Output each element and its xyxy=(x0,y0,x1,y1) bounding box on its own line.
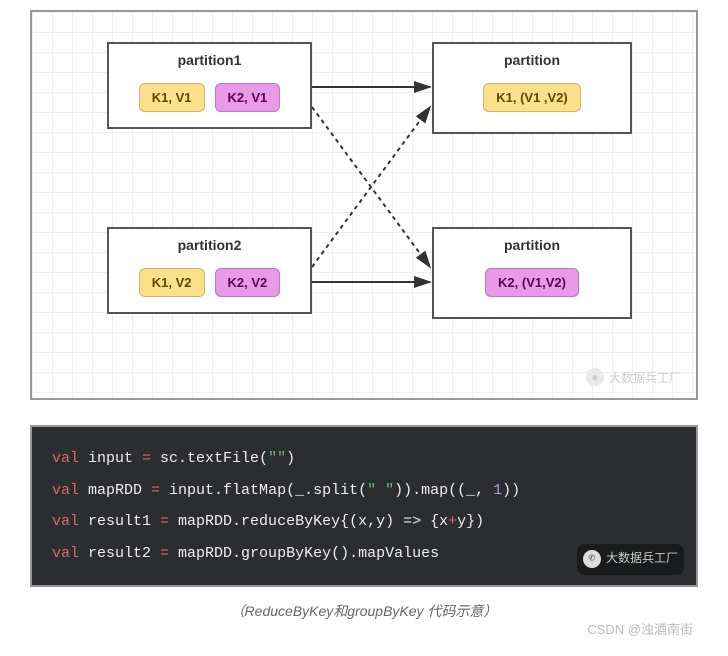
figure-caption: （ReduceByKey和groupByKey 代码示意） xyxy=(30,601,698,621)
code-line: val mapRDD = input.flatMap(_.split(" "))… xyxy=(52,475,676,507)
csdn-watermark: CSDN @浊酒南街 xyxy=(587,619,693,638)
code-token: + xyxy=(448,513,457,530)
partition2-title: partition2 xyxy=(119,237,300,253)
code-line: val result1 = mapRDD.reduceByKey{(x,y) =… xyxy=(52,506,676,538)
kv-pill: K2, (V1,V2) xyxy=(485,268,579,297)
code-token: mapRDD xyxy=(88,482,151,499)
partition1-box: partition1 K1, V1 K2, V1 xyxy=(107,42,312,129)
wechat-icon: ● xyxy=(586,368,604,386)
partition1-title: partition1 xyxy=(119,52,300,68)
code-line: val input = sc.textFile("") xyxy=(52,443,676,475)
arrow-p1-r2 xyxy=(312,107,430,267)
code-token: " " xyxy=(367,482,394,499)
partition2-box: partition2 K1, V2 K2, V2 xyxy=(107,227,312,314)
code-token: result2 xyxy=(88,545,160,562)
code-token: "" xyxy=(268,450,286,467)
code-token: 1 xyxy=(493,482,502,499)
code-token: = xyxy=(160,545,178,562)
code-block: val input = sc.textFile("") val mapRDD =… xyxy=(30,425,698,587)
code-token: val xyxy=(52,482,88,499)
code-watermark: ✆ 大数据兵工厂 xyxy=(577,544,684,575)
code-token: = xyxy=(160,513,178,530)
code-token: val xyxy=(52,450,88,467)
code-token: )).map((_, xyxy=(394,482,493,499)
code-token: = xyxy=(151,482,169,499)
code-token: val xyxy=(52,513,88,530)
code-token: sc.textFile( xyxy=(160,450,268,467)
code-token: y}) xyxy=(457,513,484,530)
code-token: => xyxy=(403,513,421,530)
result-partition2-title: partition xyxy=(444,237,620,253)
code-token: val xyxy=(52,545,88,562)
code-token: result1 xyxy=(88,513,160,530)
code-token: input xyxy=(88,450,142,467)
code-token: input.flatMap(_.split( xyxy=(169,482,367,499)
kv-pill: K1, (V1 ,V2) xyxy=(483,83,581,112)
kv-pill: K2, V1 xyxy=(215,83,281,112)
result-partition1-box: partition K1, (V1 ,V2) xyxy=(432,42,632,134)
result-partition1-title: partition xyxy=(444,52,620,68)
watermark-text: 大数据兵工厂 xyxy=(609,369,681,386)
diagram-watermark: ● 大数据兵工厂 xyxy=(586,368,681,386)
code-token: )) xyxy=(502,482,520,499)
shuffle-diagram: partition1 K1, V1 K2, V1 partition2 K1, … xyxy=(30,10,698,400)
code-watermark-text: 大数据兵工厂 xyxy=(606,547,678,572)
wechat-icon: ✆ xyxy=(583,550,601,568)
kv-pill: K1, V1 xyxy=(139,83,205,112)
code-token: mapRDD.groupByKey().mapValues xyxy=(178,545,439,562)
kv-pill: K1, V2 xyxy=(139,268,205,297)
code-token: = xyxy=(142,450,160,467)
code-token: ) xyxy=(286,450,295,467)
arrow-p2-r1 xyxy=(312,107,430,267)
result-partition2-box: partition K2, (V1,V2) xyxy=(432,227,632,319)
kv-pill: K2, V2 xyxy=(215,268,281,297)
code-token: {x xyxy=(421,513,448,530)
code-token: mapRDD.reduceByKey{(x,y) xyxy=(178,513,403,530)
